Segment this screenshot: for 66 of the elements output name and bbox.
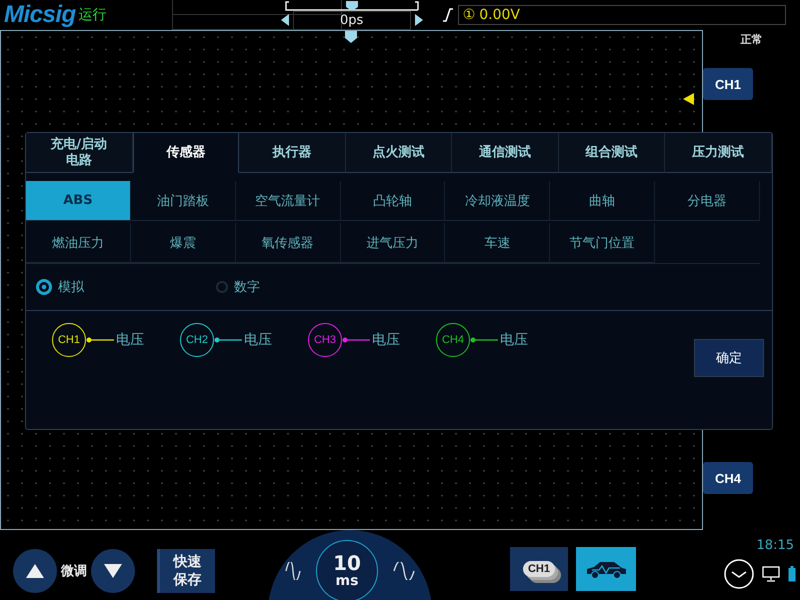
channel-button[interactable]: CH1	[510, 547, 568, 591]
sensor-option[interactable]: 氧传感器	[236, 223, 341, 263]
category-tab[interactable]: 充电/启动电路	[26, 133, 133, 173]
sensor-option[interactable]: 车速	[445, 223, 550, 263]
left-arrow-icon[interactable]	[280, 14, 289, 26]
acquisition-mode: 正常	[740, 32, 762, 47]
timebase-knob[interactable]: 10 ms	[316, 540, 378, 600]
chevron-down-icon[interactable]	[724, 559, 754, 589]
connector-line	[86, 337, 114, 343]
level-marker-icon	[683, 93, 694, 105]
sensor-option[interactable]: 进气压力	[340, 223, 446, 263]
category-tab[interactable]: 压力测试	[665, 133, 772, 173]
sensor-option[interactable]: ABS	[26, 181, 131, 221]
sensor-option[interactable]: 爆震	[130, 223, 236, 263]
category-tab[interactable]: 通信测试	[452, 133, 559, 173]
fine-tune-label: 微调	[61, 563, 87, 580]
battery-icon	[788, 566, 796, 582]
measurement-label: 电压	[372, 331, 400, 349]
connector-line	[342, 337, 370, 343]
time-offset: 0ps	[292, 10, 411, 30]
car-mode-button[interactable]	[576, 547, 636, 591]
category-tab[interactable]: 执行器	[239, 133, 346, 173]
clock: 18:15	[756, 538, 794, 553]
trigger-source: ①	[462, 7, 476, 23]
monitor-icon[interactable]	[762, 566, 780, 582]
sensor-option[interactable]: 空气流量计	[236, 181, 341, 221]
sensor-option[interactable]: 油门踏板	[130, 181, 236, 221]
up-button[interactable]	[13, 549, 57, 593]
measurement-label: 电压	[244, 331, 272, 349]
sensor-option[interactable]: 分电器	[655, 181, 760, 221]
category-tab[interactable]: 点火测试	[346, 133, 452, 173]
brand-logo: Micsig	[4, 1, 76, 29]
sine-wave-icon[interactable]	[285, 562, 302, 580]
channel-probe-circle: CH1	[52, 323, 86, 357]
sensor-option[interactable]: 凸轮轴	[340, 181, 446, 221]
channel-probe-circle: CH2	[180, 323, 214, 357]
sensor-option[interactable]: 节气门位置	[550, 223, 656, 263]
car-icon	[584, 559, 628, 579]
time-bracket-icon	[284, 0, 419, 10]
connector-line	[214, 337, 242, 343]
sine-wave-icon[interactable]	[392, 562, 415, 580]
category-tab[interactable]: 组合测试	[558, 133, 666, 173]
rising-edge-icon	[442, 8, 454, 22]
channel-tag[interactable]: CH4	[703, 462, 753, 494]
measurement-label: 电压	[500, 331, 528, 349]
timebase-dial[interactable]: 10 ms	[268, 530, 432, 600]
channel-probe-circle: CH4	[436, 323, 470, 357]
measurement-label: 电压	[116, 331, 144, 349]
trigger-marker-icon	[345, 31, 357, 43]
trigger-level: 0.00V	[479, 7, 520, 23]
quick-save-button[interactable]: 快速保存	[157, 549, 215, 593]
confirm-button[interactable]: 确定	[694, 339, 764, 377]
signal-type-radio[interactable]: 模拟	[36, 278, 216, 296]
run-state: 运行	[78, 6, 107, 24]
connector-line	[470, 337, 498, 343]
up-triangle-icon	[26, 564, 44, 578]
sensor-option[interactable]: 冷却液温度	[445, 181, 550, 221]
category-tab[interactable]: 传感器	[132, 133, 240, 173]
channel-tag[interactable]: CH1	[703, 68, 753, 100]
sensor-option[interactable]: 曲轴	[550, 181, 656, 221]
channel-probe-circle: CH3	[308, 323, 342, 357]
sensor-option[interactable]: 燃油压力	[26, 223, 131, 263]
right-arrow-icon[interactable]	[414, 14, 423, 26]
down-button[interactable]	[91, 549, 135, 593]
signal-type-radio[interactable]: 数字	[216, 278, 762, 296]
down-triangle-icon	[104, 564, 122, 578]
